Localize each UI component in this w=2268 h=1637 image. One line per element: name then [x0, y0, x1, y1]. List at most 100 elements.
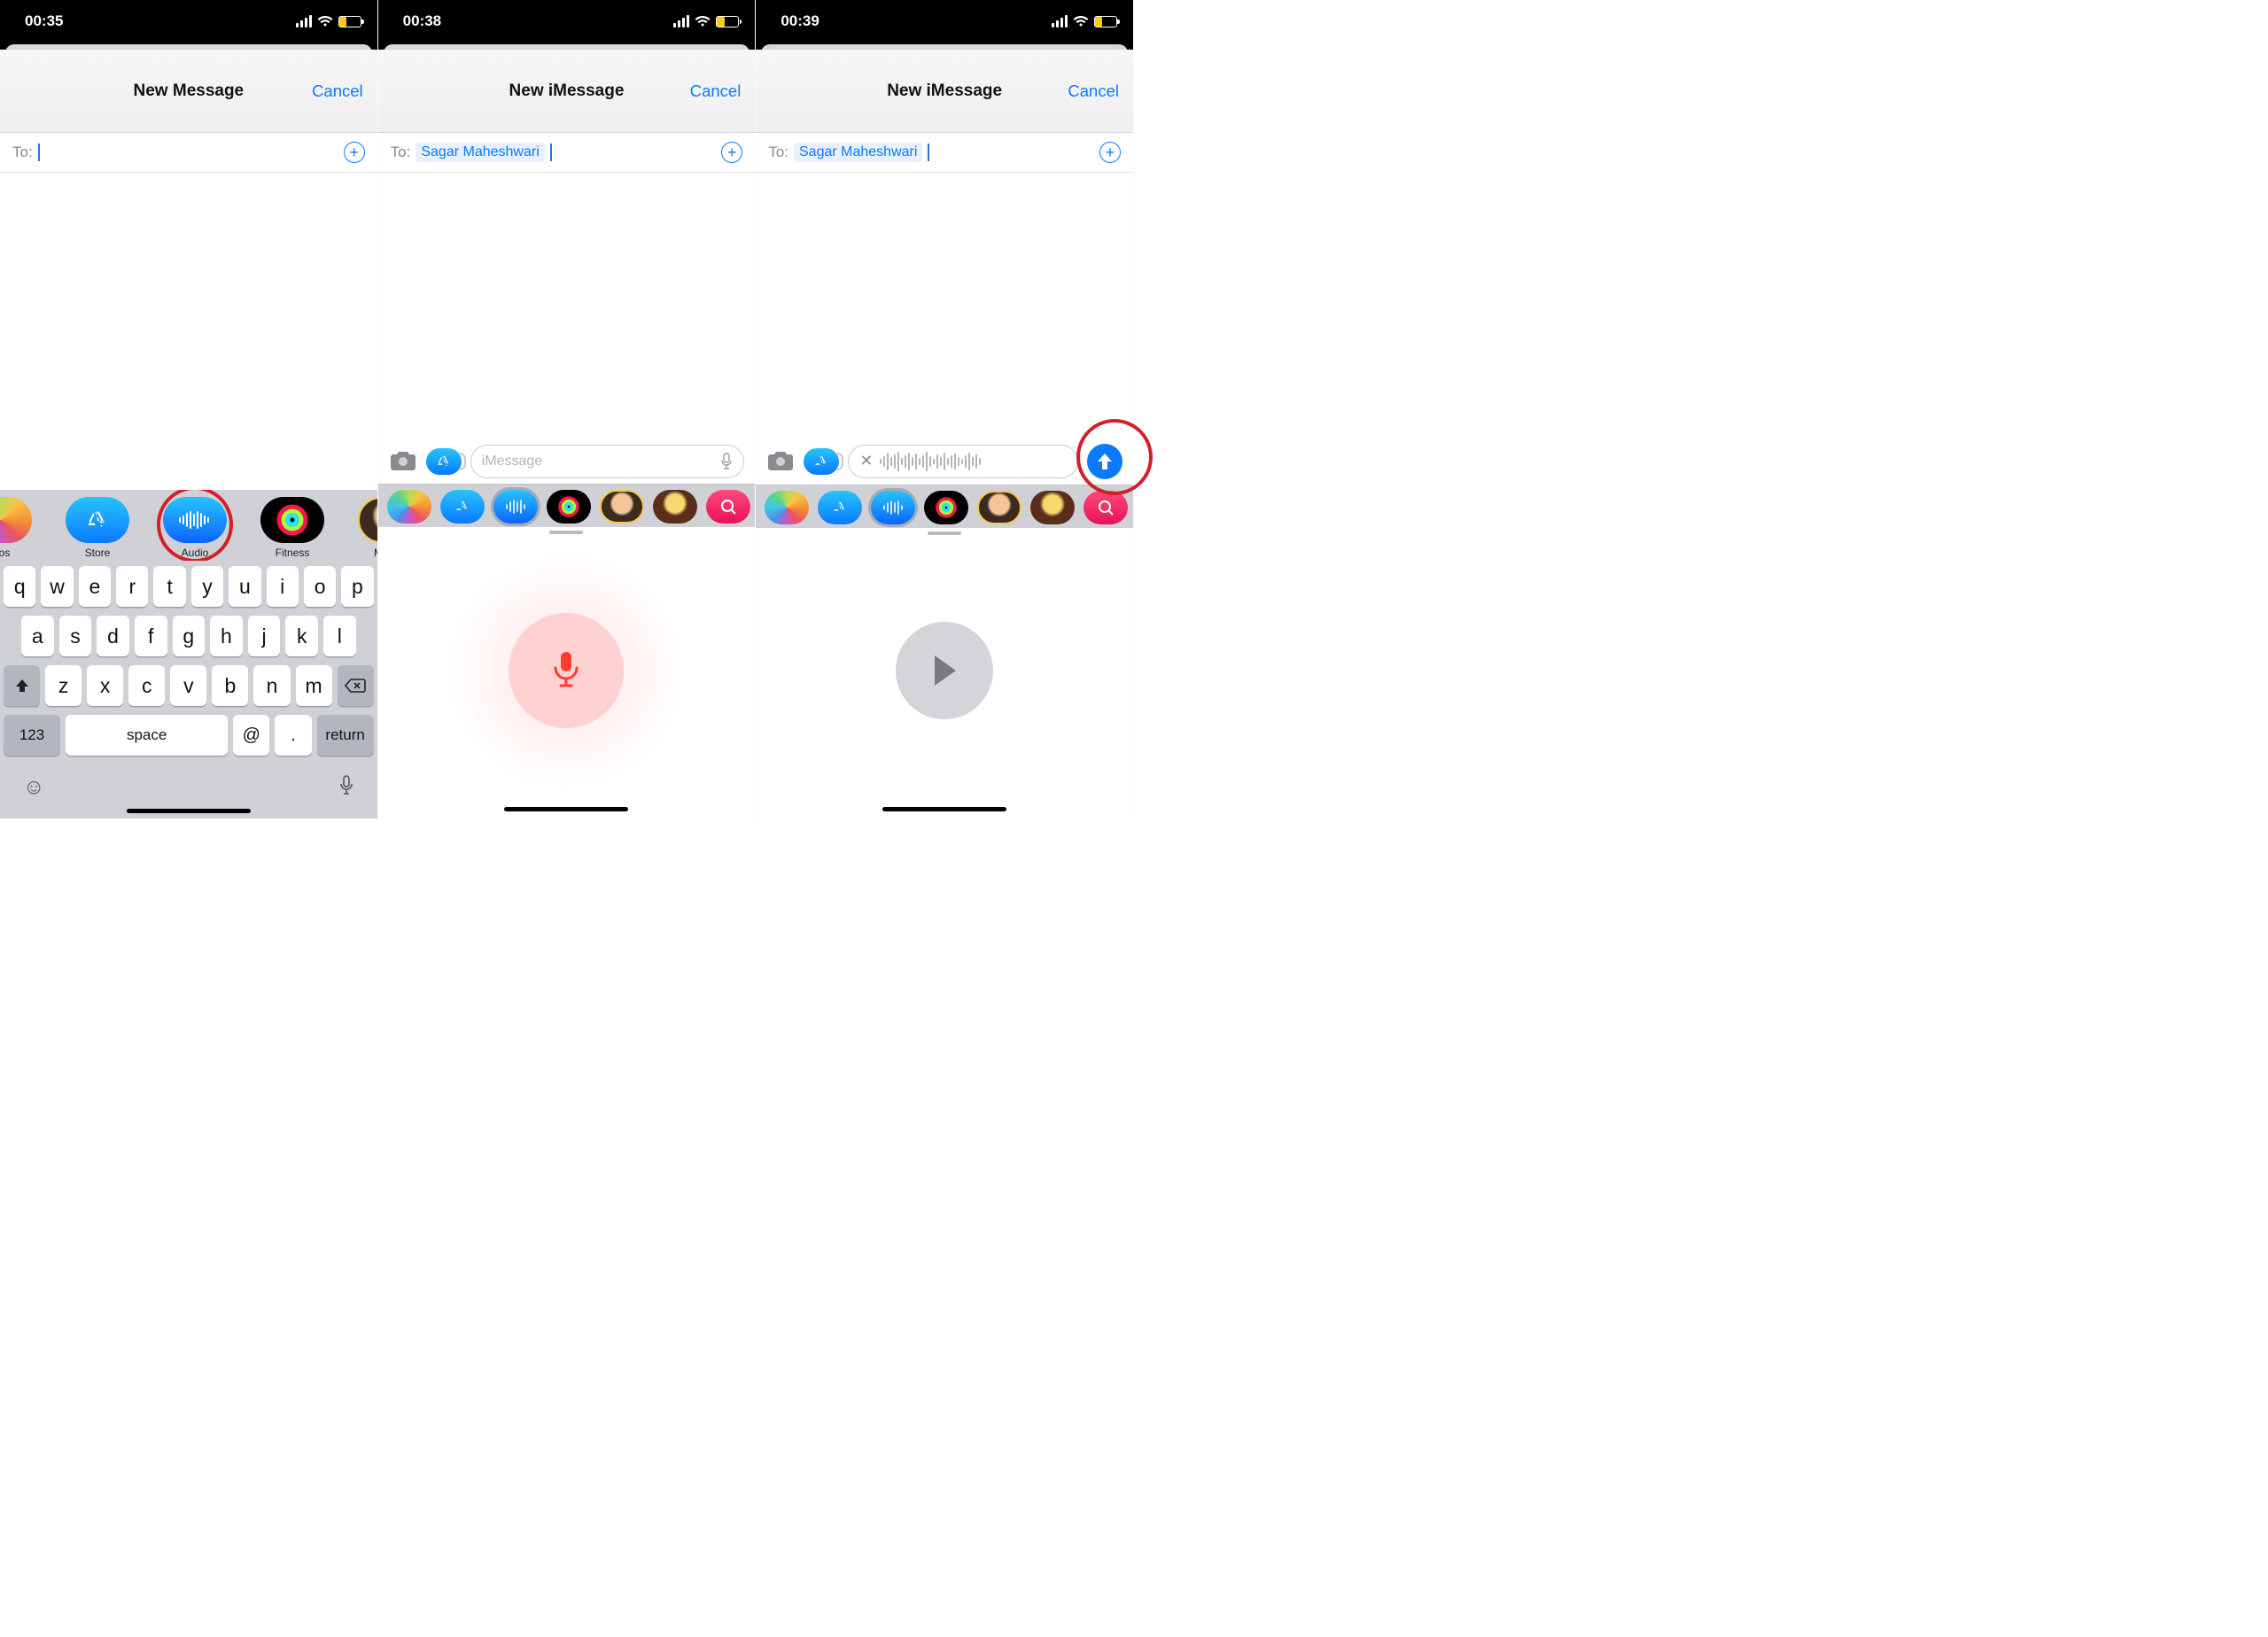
key-row-3: z x c v b n m: [4, 665, 374, 706]
key-shift[interactable]: [4, 665, 40, 706]
key-row-2: a s d f g h j k l: [4, 616, 374, 656]
key-i[interactable]: i: [267, 566, 299, 607]
battery-icon: ⚡: [716, 16, 739, 27]
mini-store-icon[interactable]: [818, 491, 862, 524]
screen-2: 00:38 ⚡ New iMessage Cancel To: Sagar Ma…: [378, 0, 757, 818]
wifi-icon: [317, 15, 333, 27]
sheet-tab: [0, 43, 377, 50]
add-contact-button[interactable]: +: [344, 142, 365, 163]
recipient-chip[interactable]: Sagar Maheshwari: [416, 143, 544, 162]
cancel-button[interactable]: Cancel: [312, 81, 363, 101]
key-t[interactable]: t: [153, 566, 185, 607]
keyboard[interactable]: q w e r t y u i o p a s d f g h j k l z …: [0, 561, 377, 818]
key-space[interactable]: space: [66, 715, 228, 756]
mini-audio-icon[interactable]: [493, 490, 538, 524]
app-store[interactable]: Store: [58, 497, 136, 559]
key-q[interactable]: q: [4, 566, 35, 607]
key-r[interactable]: r: [116, 566, 148, 607]
key-j[interactable]: j: [248, 616, 281, 656]
arrow-up-icon: [1096, 452, 1114, 471]
home-indicator[interactable]: [882, 807, 1006, 811]
key-p[interactable]: p: [341, 566, 373, 607]
mini-images-icon[interactable]: [706, 490, 750, 524]
key-d[interactable]: d: [97, 616, 129, 656]
appstore-icon: [66, 497, 129, 543]
signal-icon: [296, 15, 312, 27]
key-l[interactable]: l: [323, 616, 356, 656]
cancel-button[interactable]: Cancel: [690, 81, 742, 101]
key-z[interactable]: z: [45, 665, 82, 706]
app-drawer[interactable]: otos Store Audio Fitness Memoj: [0, 490, 377, 561]
key-u[interactable]: u: [229, 566, 260, 607]
camera-button[interactable]: [766, 449, 795, 474]
play-button[interactable]: [896, 622, 993, 719]
home-indicator[interactable]: [127, 809, 251, 813]
key-c[interactable]: c: [128, 665, 165, 706]
app-audio[interactable]: Audio: [156, 497, 234, 559]
drag-handle-icon[interactable]: [549, 531, 583, 534]
home-indicator[interactable]: [504, 807, 628, 811]
status-bar: 00:35 ⚡: [0, 0, 377, 43]
key-at[interactable]: @: [233, 715, 269, 756]
key-f[interactable]: f: [135, 616, 167, 656]
mini-photos-icon[interactable]: [765, 491, 809, 524]
key-b[interactable]: b: [212, 665, 248, 706]
key-backspace[interactable]: [338, 665, 374, 706]
key-123[interactable]: 123: [4, 715, 60, 756]
camera-button[interactable]: [389, 449, 417, 474]
mini-audio-icon[interactable]: [871, 491, 915, 524]
key-x[interactable]: x: [87, 665, 123, 706]
mini-fitness-icon[interactable]: [547, 490, 591, 524]
cancel-button[interactable]: Cancel: [1068, 81, 1119, 101]
add-contact-button[interactable]: +: [1099, 142, 1121, 163]
emoji-button[interactable]: ☺: [23, 775, 45, 800]
key-g[interactable]: g: [173, 616, 206, 656]
to-field[interactable]: To: Sagar Maheshwari +: [756, 133, 1133, 173]
app-strip[interactable]: [378, 484, 756, 527]
mini-animoji-icon[interactable]: [1030, 491, 1075, 524]
status-bar: 00:39 ⚡: [756, 0, 1133, 43]
message-input[interactable]: iMessage: [470, 445, 745, 478]
mini-animoji-icon[interactable]: [653, 490, 697, 524]
photos-icon: [0, 497, 32, 543]
mini-memoji-icon[interactable]: [600, 490, 644, 524]
key-a[interactable]: a: [21, 616, 54, 656]
key-w[interactable]: w: [41, 566, 73, 607]
mini-images-icon[interactable]: [1084, 491, 1128, 524]
recipient-chip[interactable]: Sagar Maheshwari: [794, 143, 922, 162]
mini-photos-icon[interactable]: [387, 490, 431, 524]
key-dot[interactable]: .: [275, 715, 311, 756]
dictate-button[interactable]: [338, 775, 354, 800]
to-field[interactable]: To: +: [0, 133, 377, 173]
record-button[interactable]: [509, 613, 624, 728]
drag-handle-icon[interactable]: [928, 531, 961, 535]
key-m[interactable]: m: [296, 665, 332, 706]
key-s[interactable]: s: [59, 616, 92, 656]
appstore-toggle[interactable]: [426, 448, 462, 475]
audio-clip-pill[interactable]: ✕: [848, 445, 1078, 478]
app-strip[interactable]: [756, 485, 1133, 528]
key-v[interactable]: v: [170, 665, 206, 706]
battery-icon: ⚡: [338, 16, 361, 27]
app-photos[interactable]: otos: [0, 497, 39, 559]
app-fitness[interactable]: Fitness: [253, 497, 331, 559]
mini-store-icon[interactable]: [440, 490, 485, 524]
key-return[interactable]: return: [317, 715, 374, 756]
key-o[interactable]: o: [304, 566, 336, 607]
to-field[interactable]: To: Sagar Maheshwari +: [378, 133, 756, 173]
cancel-audio-button[interactable]: ✕: [859, 452, 873, 470]
key-k[interactable]: k: [285, 616, 318, 656]
app-memoji[interactable]: Memoj: [351, 497, 377, 559]
key-y[interactable]: y: [191, 566, 223, 607]
send-button[interactable]: [1087, 444, 1122, 479]
to-label: To:: [12, 144, 33, 161]
key-n[interactable]: n: [253, 665, 290, 706]
key-h[interactable]: h: [210, 616, 243, 656]
mini-fitness-icon[interactable]: [924, 491, 968, 524]
record-panel: [378, 538, 756, 804]
appstore-toggle[interactable]: [804, 448, 839, 475]
mini-memoji-icon[interactable]: [977, 491, 1021, 524]
mic-icon[interactable]: [720, 453, 733, 470]
key-e[interactable]: e: [79, 566, 111, 607]
add-contact-button[interactable]: +: [721, 142, 742, 163]
